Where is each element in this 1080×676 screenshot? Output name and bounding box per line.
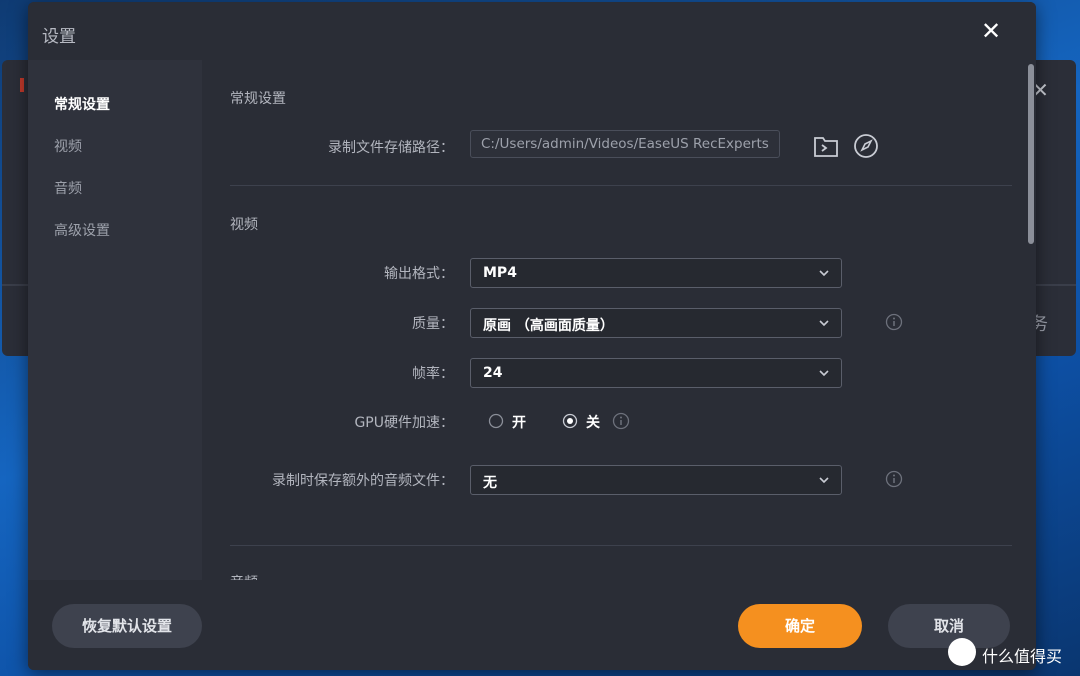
sidebar-item-general[interactable]: 常规设置 [54, 94, 110, 114]
chevron-down-icon [819, 477, 829, 484]
scrollbar-thumb[interactable] [1028, 64, 1034, 244]
info-icon[interactable] [885, 313, 903, 331]
ok-button[interactable]: 确定 [738, 604, 862, 648]
restore-defaults-button[interactable]: 恢复默认设置 [52, 604, 202, 648]
frame-rate-label: 帧率： [412, 366, 454, 382]
quality-label: 质量： [412, 316, 454, 332]
gpu-on-label[interactable]: 开 [512, 412, 526, 432]
chevron-down-icon [819, 320, 829, 327]
extra-audio-value: 无 [483, 475, 497, 491]
watermark-logo [948, 638, 976, 666]
extra-audio-select[interactable]: 无 [470, 465, 842, 495]
frame-rate-value: 24 [483, 365, 503, 381]
close-icon[interactable]: ✕ [976, 16, 1006, 46]
gpu-off-radio[interactable] [562, 413, 578, 429]
general-section-title: 常规设置 [230, 91, 286, 107]
output-format-value: MP4 [483, 265, 517, 281]
settings-dialog: 设置 ✕ 常规设置 视频 音频 高级设置 常规设置 录制文件存储路径： 视频 输… [28, 2, 1036, 670]
gpu-on-radio[interactable] [488, 413, 504, 429]
chevron-down-icon [819, 270, 829, 277]
extra-audio-label: 录制时保存额外的音频文件： [272, 473, 454, 489]
gpu-off-label[interactable]: 关 [586, 412, 600, 432]
watermark-text: 什么值得买 [982, 647, 1063, 666]
sidebar-item-audio[interactable]: 音频 [54, 178, 82, 198]
output-format-label: 输出格式： [384, 266, 454, 282]
gpu-acceleration-label: GPU硬件加速： [354, 415, 454, 431]
dialog-footer: 恢复默认设置 确定 取消 [28, 580, 1036, 670]
folder-open-icon[interactable] [812, 132, 840, 160]
settings-sidebar: 常规设置 视频 音频 高级设置 [28, 60, 202, 580]
compass-icon[interactable] [852, 132, 880, 160]
section-divider [230, 545, 1012, 546]
video-section-title: 视频 [230, 217, 258, 233]
quality-select[interactable]: 原画 （高画面质量） [470, 308, 842, 338]
background-accent-mark [20, 78, 24, 92]
save-path-label: 录制文件存储路径： [328, 140, 454, 156]
section-divider [230, 185, 1012, 186]
save-path-input[interactable] [470, 130, 780, 158]
info-icon[interactable] [612, 412, 630, 430]
quality-value: 原画 （高画面质量） [483, 318, 614, 334]
dialog-title: 设置 [42, 27, 76, 47]
audio-section-title-partial: 音频 [230, 572, 258, 580]
dialog-titlebar: 设置 ✕ [28, 2, 1036, 60]
sidebar-item-advanced[interactable]: 高级设置 [54, 220, 110, 240]
frame-rate-select[interactable]: 24 [470, 358, 842, 388]
cancel-button[interactable]: 取消 [888, 604, 1010, 648]
info-icon[interactable] [885, 470, 903, 488]
settings-content: 常规设置 录制文件存储路径： 视频 输出格式： MP4 质量： 原画 （高画面质… [202, 60, 1036, 580]
chevron-down-icon [819, 370, 829, 377]
sidebar-item-video[interactable]: 视频 [54, 136, 82, 156]
output-format-select[interactable]: MP4 [470, 258, 842, 288]
